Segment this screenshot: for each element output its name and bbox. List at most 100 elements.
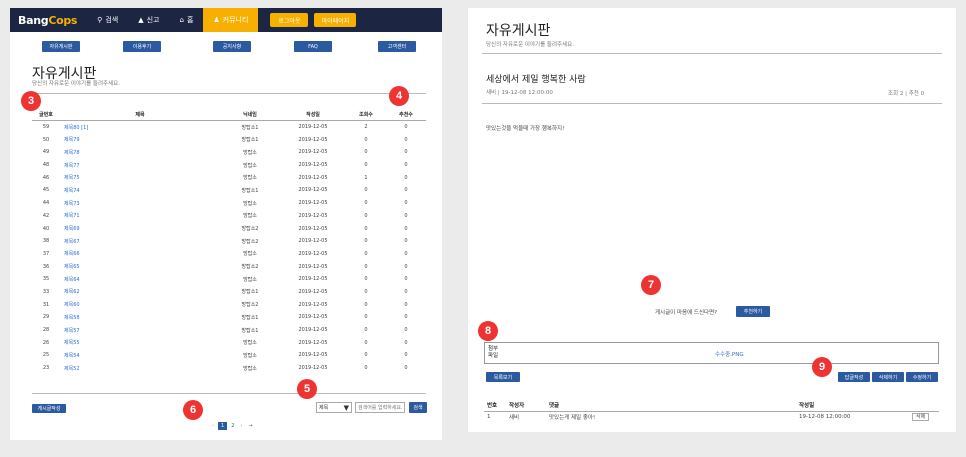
row-no: 33 (42, 288, 50, 295)
col-likes: 추천수 (399, 111, 413, 118)
table-row[interactable]: 26 제목55 방탑소 2019-12-05 0 0 (32, 336, 426, 349)
page-2[interactable]: 2 (229, 422, 236, 430)
row-views: 0 (364, 314, 368, 321)
row-title[interactable]: 제목62 (60, 286, 220, 299)
write-post-button[interactable]: 게시글작성 (32, 404, 66, 413)
divider (32, 393, 426, 394)
nav-community[interactable]: ♟ 커뮤니티 (203, 8, 259, 32)
subnav-notice[interactable]: 공지사항 (213, 41, 251, 52)
search-input[interactable] (355, 402, 405, 413)
row-title[interactable]: 제목77 (60, 159, 220, 172)
table-row[interactable]: 29 제목58 방탑소1 2019-12-05 0 0 (32, 311, 426, 324)
row-title[interactable]: 제목67 (60, 235, 220, 248)
row-nickname: 방탑소 (243, 175, 257, 182)
row-title[interactable]: 제목78 (60, 146, 220, 159)
row-likes: 0 (404, 288, 408, 295)
row-no: 46 (42, 174, 50, 181)
recommend-button[interactable]: 추천하기 (736, 306, 770, 317)
row-date: 2019-12-05 (298, 225, 328, 232)
row-nickname: 방탑소1 (241, 327, 259, 334)
table-header: 글번호 제목 닉네임 작성일 조회수 추천수 (32, 108, 426, 121)
comment-author: 새비 (509, 414, 520, 421)
table-row[interactable]: 35 제목64 방탑소 2019-12-05 0 0 (32, 273, 426, 286)
table-row[interactable]: 49 제목78 방탑소 2019-12-05 0 0 (32, 146, 426, 159)
row-date: 2019-12-05 (298, 238, 328, 245)
row-title[interactable]: 제목58 (60, 311, 220, 324)
row-views: 0 (364, 162, 368, 169)
search-button[interactable]: 검색 (409, 402, 427, 413)
list-button[interactable]: 목록보기 (486, 372, 520, 382)
page-last[interactable]: → (246, 422, 254, 430)
row-no: 37 (42, 250, 50, 257)
row-title[interactable]: 제목74 (60, 184, 220, 197)
nav-home[interactable]: ⌂ 홈 (169, 8, 203, 32)
row-title[interactable]: 제목65 (60, 260, 220, 273)
row-views: 1 (364, 174, 368, 181)
row-title[interactable]: 제목71 (60, 210, 220, 223)
comment-delete-button[interactable]: 삭제 (912, 413, 930, 422)
row-no: 23 (42, 365, 50, 372)
table-row[interactable]: 37 제목66 방탑소 2019-12-05 0 0 (32, 248, 426, 261)
table-row[interactable]: 38 제목67 방탑소2 2019-12-05 0 0 (32, 235, 426, 248)
row-date: 2019-12-05 (298, 162, 328, 169)
table-row[interactable]: 45 제목74 방탑소1 2019-12-05 0 0 (32, 184, 426, 197)
row-date: 2019-12-05 (298, 136, 328, 143)
table-row[interactable]: 50 제목79 방탑소1 2019-12-05 0 0 (32, 133, 426, 146)
row-title[interactable]: 제목57 (60, 324, 220, 337)
row-title[interactable]: 제목55 (60, 336, 220, 349)
row-title[interactable]: 제목80 [1] (60, 121, 220, 134)
col-no: 글번호 (39, 111, 53, 118)
row-date: 2019-12-05 (298, 301, 328, 308)
row-title[interactable]: 제목64 (60, 273, 220, 286)
row-views: 0 (364, 136, 368, 143)
attachment-file-link[interactable]: 수수중.PNG (715, 350, 744, 358)
table-row[interactable]: 36 제목65 방탑소2 2019-12-05 0 0 (32, 260, 426, 273)
row-date: 2019-12-05 (298, 314, 328, 321)
row-title[interactable]: 제목54 (60, 349, 220, 362)
edit-button[interactable]: 수정하기 (906, 372, 938, 382)
table-row[interactable]: 48 제목77 방탑소 2019-12-05 0 0 (32, 159, 426, 172)
page-1[interactable]: 1 (218, 422, 228, 430)
subnav-reviews[interactable]: 이용후기 (123, 41, 161, 52)
subnav-support[interactable]: 고객센터 (378, 41, 416, 52)
table-row[interactable]: 28 제목57 방탑소1 2019-12-05 0 0 (32, 324, 426, 337)
row-title[interactable]: 제목66 (60, 248, 220, 261)
table-row[interactable]: 23 제목52 방탑소 2019-12-05 0 0 (32, 362, 426, 375)
row-title[interactable]: 제목52 (60, 362, 220, 375)
row-date: 2019-12-05 (298, 212, 328, 219)
row-likes: 0 (404, 225, 408, 232)
board-title: 자유게시판 (486, 23, 551, 39)
logout-button[interactable]: 로그아웃 (270, 13, 309, 27)
table-row[interactable]: 25 제목54 방탑소 2019-12-05 0 0 (32, 349, 426, 362)
nav-search[interactable]: ⚲ 검색 (87, 8, 128, 32)
mypage-button[interactable]: 마이페이지 (314, 13, 357, 27)
row-nickname: 방탑소 (243, 365, 257, 372)
row-views: 0 (364, 187, 368, 194)
row-title[interactable]: 제목75 (60, 171, 220, 184)
row-title[interactable]: 제목79 (60, 133, 220, 146)
brand-logo[interactable]: BangCops (10, 14, 87, 27)
table-row[interactable]: 44 제목73 방탑소 2019-12-05 0 0 (32, 197, 426, 210)
row-title[interactable]: 제목60 (60, 298, 220, 311)
row-likes: 0 (404, 162, 408, 169)
table-row[interactable]: 59 제목80 [1] 방탑소1 2019-12-05 2 0 (32, 121, 426, 134)
row-no: 50 (42, 136, 50, 143)
subnav-free-board[interactable]: 자유게시판 (42, 41, 80, 52)
row-title[interactable]: 제목73 (60, 197, 220, 210)
table-row[interactable]: 40 제목69 방탑소2 2019-12-05 0 0 (32, 222, 426, 235)
page-next[interactable]: › (238, 422, 244, 430)
home-icon: ⌂ (179, 16, 184, 24)
pagination: ‹ 1 2 › → (210, 422, 255, 430)
table-row[interactable]: 42 제목71 방탑소 2019-12-05 0 0 (32, 210, 426, 223)
table-row[interactable]: 33 제목62 방탑소1 2019-12-05 0 0 (32, 286, 426, 299)
row-likes: 0 (404, 250, 408, 257)
table-row[interactable]: 31 제목60 방탑소2 2019-12-05 0 0 (32, 298, 426, 311)
reply-button[interactable]: 답글작성 (838, 372, 870, 382)
page-prev[interactable]: ‹ (210, 422, 216, 430)
row-title[interactable]: 제목69 (60, 222, 220, 235)
search-type-select[interactable]: 제목 ▼ (316, 402, 352, 413)
delete-button[interactable]: 삭제하기 (872, 372, 904, 382)
subnav-faq[interactable]: FAQ (294, 41, 332, 52)
nav-report[interactable]: ▲ 신고 (128, 8, 169, 32)
table-row[interactable]: 46 제목75 방탑소 2019-12-05 1 0 (32, 171, 426, 184)
